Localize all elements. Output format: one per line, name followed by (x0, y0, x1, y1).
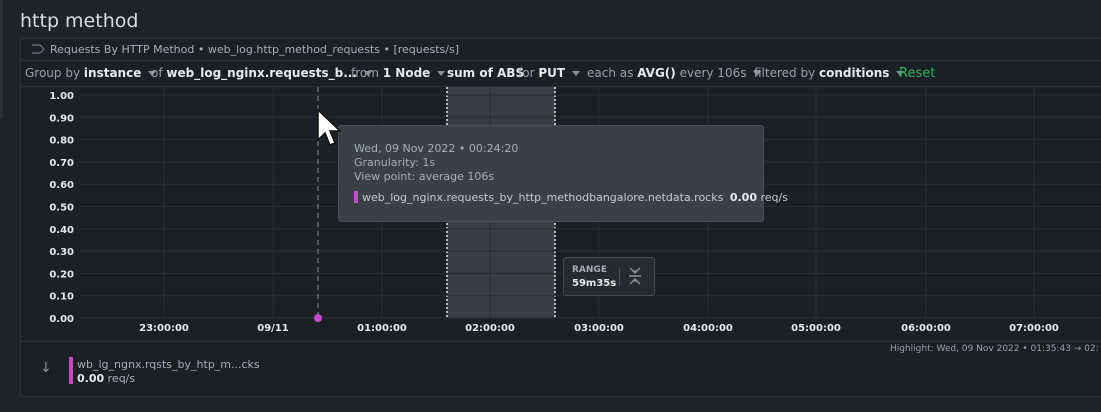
legend-unit: req/s (107, 372, 136, 385)
x-tick-label: 01:00:00 (357, 323, 407, 334)
legend-value: 0.00 (77, 372, 105, 385)
y-tick-label: 0.60 (49, 180, 74, 191)
legend-divider (20, 341, 1101, 342)
tooltip-series-row: web_log_nginx.requests_by_http_methodban… (354, 191, 788, 204)
legend-series-value: 0.00 req/s (77, 372, 135, 385)
y-tick-label: 0.70 (49, 158, 74, 169)
series-point (314, 314, 322, 322)
y-tick-label: 0.00 (49, 314, 74, 325)
y-tick-label: 0.80 (49, 136, 74, 147)
y-tick-label: 0.50 (49, 203, 74, 214)
range-badge: RANGE 59m35s (563, 257, 655, 296)
x-tick-label: 02:00:00 (465, 323, 515, 334)
y-tick-label: 0.30 (49, 247, 74, 258)
x-tick-label: 06:00:00 (901, 323, 951, 334)
legend-series-name[interactable]: wb_lg_ngnx.rqsts_by_htp_m...cks (77, 358, 260, 371)
highlight-text: Highlight: Wed, 09 Nov 2022 • 01:35:43 →… (890, 344, 1099, 354)
x-tick-label: 04:00:00 (683, 323, 733, 334)
y-tick-label: 0.90 (49, 113, 74, 124)
y-tick-label: 0.40 (49, 225, 74, 236)
range-divider (619, 268, 620, 286)
tooltip-unit: req/s (760, 191, 788, 204)
legend-color-swatch (69, 357, 73, 384)
range-value: 59m35s (572, 278, 617, 289)
tooltip-view-point: View point: average 106s (354, 170, 495, 183)
y-tick-label: 0.10 (49, 292, 74, 303)
arrow-down-icon[interactable]: ↓ (40, 360, 52, 376)
x-tick-label: 03:00:00 (574, 323, 624, 334)
x-tick-label: 09/11 (257, 323, 289, 334)
tooltip-granularity: Granularity: 1s (354, 156, 436, 169)
tooltip-series-name: web_log_nginx.requests_by_http_methodban… (362, 191, 724, 204)
y-tick-label: 0.20 (49, 269, 74, 280)
collapse-icon[interactable] (627, 267, 643, 285)
range-label: RANGE (572, 265, 607, 275)
chart-tooltip: Wed, 09 Nov 2022 • 00:24:20 Granularity:… (338, 125, 788, 222)
tooltip-datetime: Wed, 09 Nov 2022 • 00:24:20 (354, 142, 519, 155)
x-tick-label: 23:00:00 (139, 323, 189, 334)
series-color-swatch (354, 191, 358, 203)
cursor-icon (317, 108, 342, 146)
x-tick-label: 05:00:00 (791, 323, 841, 334)
x-tick-label: 07:00:00 (1009, 323, 1059, 334)
tooltip-value: 0.00 (729, 191, 757, 204)
y-tick-label: 1.00 (49, 91, 74, 102)
